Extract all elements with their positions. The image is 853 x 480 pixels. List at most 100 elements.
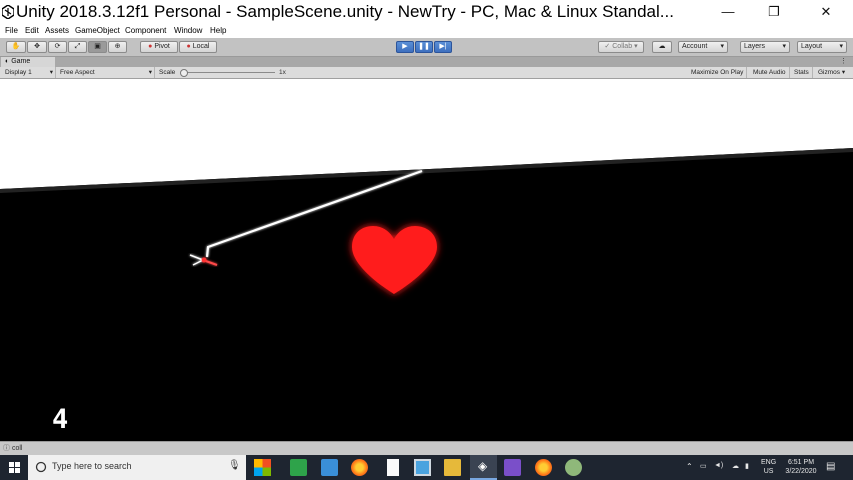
app-icon[interactable] xyxy=(565,459,582,476)
pause-button[interactable]: ❚❚ xyxy=(415,41,433,53)
chevron-down-icon: ▾ xyxy=(839,43,843,50)
tray-network-icon[interactable]: ▭ xyxy=(700,462,707,470)
clock[interactable]: 6:51 PM 3/22/2020 xyxy=(782,458,820,476)
language-line2: US xyxy=(763,468,774,475)
rotate-icon: ⟳ xyxy=(54,43,61,50)
file-icon[interactable] xyxy=(387,459,399,476)
step-icon: ▶| xyxy=(439,43,447,50)
scale-icon: ⤢ xyxy=(74,43,81,50)
player-sprite xyxy=(189,254,218,266)
scale-slider-handle[interactable] xyxy=(180,69,188,77)
unity-logo-icon xyxy=(2,5,14,19)
pivot-button[interactable]: ● Pivot xyxy=(140,41,178,53)
visual-studio-icon[interactable] xyxy=(504,459,521,476)
gizmos-dropdown[interactable]: Gizmos ▾ xyxy=(815,67,848,78)
game-scene xyxy=(0,79,853,294)
chevron-down-icon: ▾ xyxy=(720,43,724,50)
firefox-icon[interactable] xyxy=(535,459,552,476)
game-view[interactable]: 4 xyxy=(0,79,853,441)
clock-date: 3/22/2020 xyxy=(785,468,817,475)
tray-chevron-up-icon[interactable]: ⌃ xyxy=(686,462,693,471)
chevron-down-icon: ▾ xyxy=(841,69,846,76)
pivot-icon: ● xyxy=(148,43,153,50)
chevron-down-icon: ▾ xyxy=(782,43,786,50)
search-placeholder: Type here to search xyxy=(52,461,132,471)
pivot-label: Pivot xyxy=(154,43,170,50)
console-message[interactable]: ⓘ coll xyxy=(3,443,22,453)
hand-tool-button[interactable]: ✋ xyxy=(6,41,26,53)
mute-audio-toggle[interactable]: Mute Audio xyxy=(750,67,790,78)
menu-edit[interactable]: Edit xyxy=(25,24,39,38)
rect-tool-button[interactable]: ▣ xyxy=(88,41,107,53)
local-icon: ● xyxy=(186,43,191,50)
aspect-label: Free Aspect xyxy=(60,69,95,76)
scale-value: 1x xyxy=(279,69,286,76)
maximize-on-play-toggle[interactable]: Maximize On Play xyxy=(688,67,748,78)
language-indicator[interactable]: ENG US xyxy=(761,458,776,476)
notification-icon[interactable]: ▤ xyxy=(826,461,835,472)
cloud-button[interactable]: ☁ xyxy=(652,41,672,53)
transform-tool-button[interactable]: ⊕ xyxy=(108,41,127,53)
menu-assets[interactable]: Assets xyxy=(45,24,69,38)
tray-volume-icon[interactable]: ◄) xyxy=(714,462,723,469)
hand-icon: ✋ xyxy=(11,43,21,50)
unity-taskbar-button[interactable]: ◈ xyxy=(470,455,497,480)
tab-game[interactable]: ◐ Game xyxy=(1,57,55,67)
close-button[interactable]: ✕ xyxy=(803,0,849,24)
game-tab-icon: ◐ xyxy=(5,58,10,65)
layout-label: Layout xyxy=(801,43,823,50)
maximize-on-play-label: Maximize On Play xyxy=(691,69,744,76)
local-button[interactable]: ● Local xyxy=(179,41,217,53)
step-button[interactable]: ▶| xyxy=(434,41,452,53)
play-button[interactable]: ▶ xyxy=(396,41,414,53)
menu-window[interactable]: Window xyxy=(174,24,202,38)
clock-time: 6:51 PM xyxy=(787,459,815,466)
layers-label: Layers xyxy=(744,43,766,50)
taskbar-search-box[interactable]: Type here to search 🎙 xyxy=(28,455,246,480)
minimize-button[interactable]: — xyxy=(705,0,751,24)
chevron-down-icon: ▾ xyxy=(634,43,638,50)
score-counter: 4 xyxy=(52,404,69,435)
menu-component[interactable]: Component xyxy=(125,24,166,38)
photos-app-icon[interactable] xyxy=(414,459,431,476)
rect-icon: ▣ xyxy=(94,43,101,50)
chevron-down-icon: ▾ xyxy=(148,69,152,76)
paint-app-icon[interactable] xyxy=(321,459,338,476)
microphone-icon[interactable]: 🎙 xyxy=(228,460,241,471)
tray-wifi-icon[interactable]: ☁ xyxy=(732,462,739,470)
menu-gameobject[interactable]: GameObject xyxy=(75,24,120,38)
layers-dropdown[interactable]: Layers ▾ xyxy=(740,41,790,53)
display-dropdown[interactable]: Display 1 ▾ xyxy=(2,67,56,78)
unity-taskbar-icon: ◈ xyxy=(478,459,488,473)
firefox-icon[interactable] xyxy=(351,459,368,476)
play-icon: ▶ xyxy=(402,43,408,50)
restore-button[interactable]: ❐ xyxy=(751,0,797,24)
stats-toggle[interactable]: Stats xyxy=(791,67,813,78)
chevron-down-icon: ▾ xyxy=(49,69,53,76)
rotate-tool-button[interactable]: ⟳ xyxy=(48,41,67,53)
layout-dropdown[interactable]: Layout ▾ xyxy=(797,41,847,53)
file-explorer-icon[interactable] xyxy=(444,459,461,476)
store-app-icon[interactable] xyxy=(254,459,271,476)
transform-icon: ⊕ xyxy=(114,43,121,50)
gizmos-label: Gizmos xyxy=(818,69,841,76)
collab-button[interactable]: ✓ Collab ▾ xyxy=(598,41,644,53)
scale-tool-button[interactable]: ⤢ xyxy=(68,41,87,53)
notepad-plus-icon[interactable] xyxy=(290,459,307,476)
windows-taskbar: Type here to search 🎙 ◈ ⌃ ▭ ◄) ☁ ▮ ENG U… xyxy=(0,455,853,480)
tab-menu-icon[interactable]: ⋮ xyxy=(840,57,847,67)
aspect-dropdown[interactable]: Free Aspect ▾ xyxy=(57,67,155,78)
move-tool-button[interactable]: ✥ xyxy=(27,41,47,53)
pause-icon: ❚❚ xyxy=(418,43,430,50)
main-toolbar: ✋ ✥ ⟳ ⤢ ▣ ⊕ ● Pivot ● Local ▶ ❚❚ ▶| ✓ Co… xyxy=(0,38,853,57)
window-title: Unity 2018.3.12f1 Personal - SampleScene… xyxy=(16,2,674,21)
account-dropdown[interactable]: Account ▾ xyxy=(678,41,728,53)
language-line1: ENG xyxy=(761,459,777,466)
cloud-icon: ☁ xyxy=(658,43,666,50)
windows-start-icon[interactable] xyxy=(0,455,28,480)
game-tab-label: Game xyxy=(11,58,31,65)
menu-help[interactable]: Help xyxy=(210,24,226,38)
scale-slider-track[interactable] xyxy=(183,72,275,73)
menu-file[interactable]: File xyxy=(5,24,18,38)
tray-battery-icon[interactable]: ▮ xyxy=(745,462,749,470)
